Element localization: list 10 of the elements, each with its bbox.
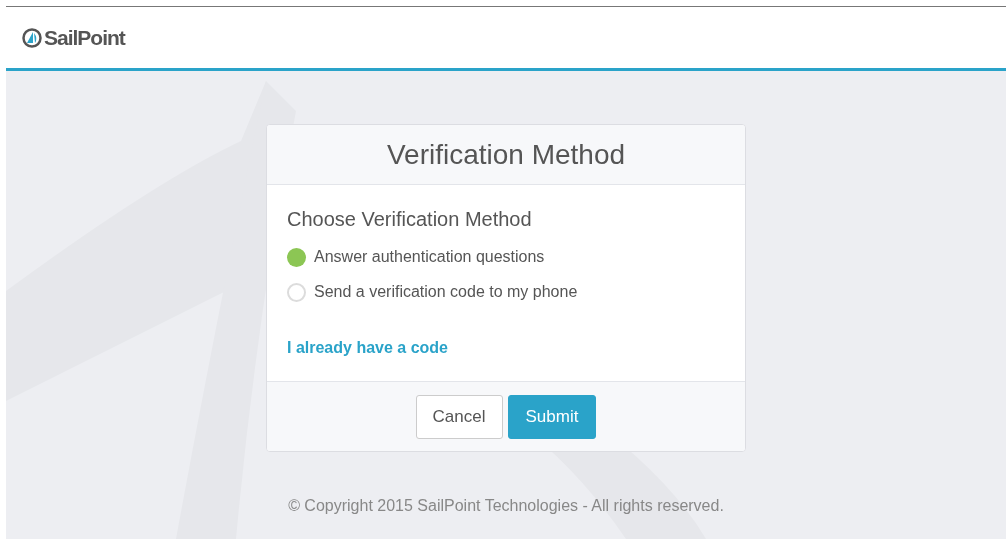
dialog-title: Verification Method	[386, 137, 626, 172]
radio-button[interactable]	[287, 282, 306, 302]
cancel-button[interactable]: Cancel	[415, 394, 503, 439]
sail-logo-icon	[22, 27, 42, 48]
logo-text: SailPoint	[44, 24, 125, 51]
radio-button[interactable]	[287, 247, 306, 267]
section-heading: Choose Verification Method	[287, 207, 533, 232]
option-label[interactable]: Send a verification code to my phone	[314, 280, 578, 304]
option-label[interactable]: Answer authentication questions	[314, 245, 545, 269]
copyright-text: © Copyright 2015 SailPoint Technologies - All rights reserved.	[288, 496, 724, 516]
